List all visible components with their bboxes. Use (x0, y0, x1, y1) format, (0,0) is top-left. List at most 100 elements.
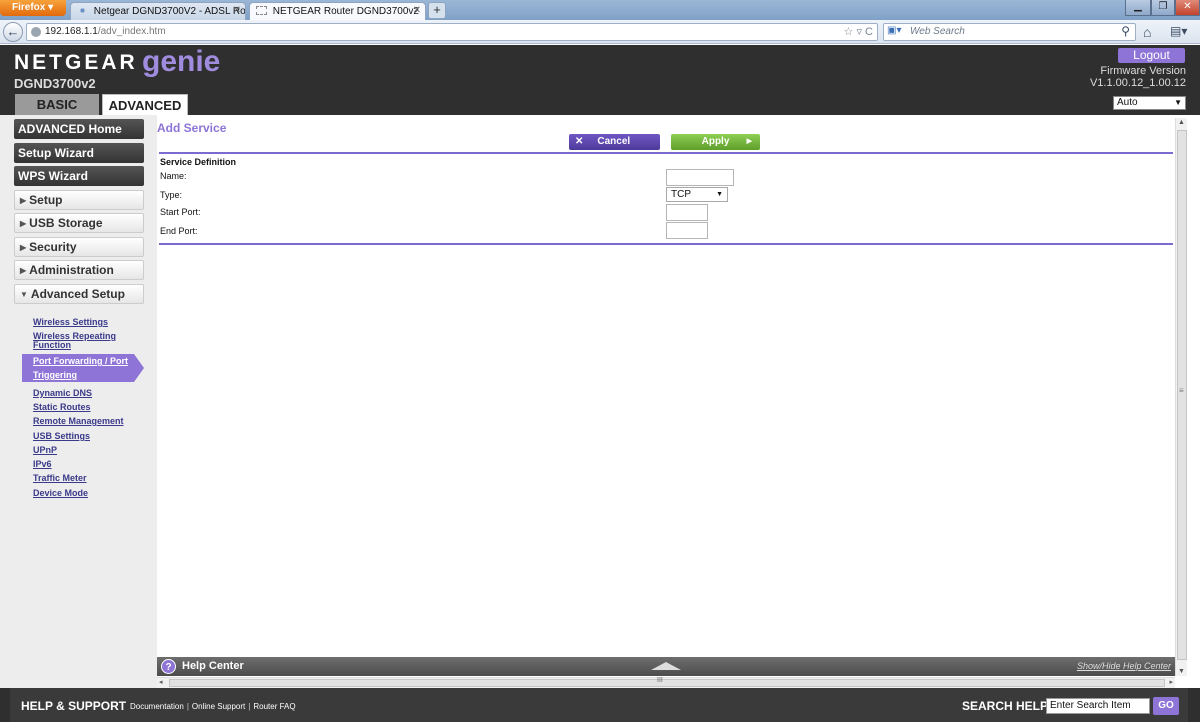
horizontal-scrollbar[interactable]: ◂ III ▸ (157, 677, 1175, 688)
chevron-down-icon: ▼ (1174, 98, 1182, 107)
footer-links: Documentation | Online Support | Router FAQ (130, 702, 296, 711)
sidebar-item-port-forwarding-cont[interactable]: Triggering (33, 370, 77, 380)
model-name: DGND3700v2 (14, 76, 96, 91)
apply-button[interactable]: Apply ▶ (671, 134, 760, 150)
nav-wps-wizard[interactable]: WPS Wizard (14, 166, 144, 186)
chevron-down-icon: ▼ (716, 191, 723, 198)
end-port-input[interactable] (666, 222, 708, 239)
cancel-label: Cancel (597, 136, 631, 147)
scroll-down-icon[interactable]: ▼ (1178, 668, 1185, 675)
type-value: TCP (671, 189, 691, 200)
nav-group-security[interactable]: ▶ Security (14, 237, 144, 257)
close-window-button[interactable]: ✕ (1175, 0, 1200, 16)
help-center-bar: ? Help Center Show/Hide Help Center (157, 657, 1175, 676)
nav-setup-wizard[interactable]: Setup Wizard (14, 143, 144, 163)
separator: | (248, 702, 251, 711)
sidebar-item-port-forwarding[interactable]: Port Forwarding / Port (33, 356, 128, 366)
service-name-input[interactable] (666, 169, 734, 186)
scroll-thumb[interactable] (169, 679, 1165, 687)
vertical-scrollbar[interactable]: ▲ ≡ ▼ (1175, 118, 1187, 676)
firmware-version: V1.1.00.12_1.00.12 (1089, 77, 1186, 89)
search-placeholder: Web Search (910, 26, 965, 37)
footer: HELP & SUPPORT Documentation | Online Supp… (0, 688, 1200, 722)
nav-group-advanced-setup[interactable]: ▼ Advanced Setup (14, 284, 144, 304)
close-icon[interactable]: ✕ (413, 5, 421, 16)
scroll-grip-icon: ≡ (1179, 386, 1184, 395)
scroll-thumb[interactable] (1177, 130, 1187, 660)
home-icon[interactable]: ⌂ (1143, 24, 1151, 40)
start-port-input[interactable] (666, 204, 708, 221)
footer-panel: HELP & SUPPORT Documentation | Online Supp… (10, 688, 1188, 722)
sidebar-item-static-routes[interactable]: Static Routes (33, 402, 91, 412)
end-port-label: End Port: (160, 226, 198, 236)
page-title: Add Service (157, 121, 227, 135)
back-button[interactable]: ← (3, 22, 23, 42)
divider (159, 243, 1173, 245)
caret-right-icon: ▶ (20, 196, 27, 205)
tab-advanced[interactable]: ADVANCED (102, 94, 188, 115)
scroll-grip-icon: III (657, 677, 663, 684)
nav-group-setup[interactable]: ▶ Setup (14, 190, 144, 210)
bookmarks-menu-icon[interactable]: ▤▾ (1170, 24, 1187, 38)
close-icon[interactable]: ✕ (233, 5, 241, 16)
sidebar-item-ipv6[interactable]: IPv6 (33, 459, 52, 469)
main-content: Add Service ✕ Cancel Apply ▶ Service Defi… (157, 118, 1175, 656)
documentation-link[interactable]: Documentation (130, 702, 184, 711)
browser-tab-1[interactable]: Netgear DGND3700V2 - ADSL Routers... ✕ (70, 2, 246, 20)
sidebar-item-dynamic-dns[interactable]: Dynamic DNS (33, 388, 92, 398)
firefox-menu-button[interactable]: Firefox ▾ (0, 0, 66, 16)
nav-group-label: Advanced Setup (30, 287, 125, 301)
new-tab-button[interactable]: + (428, 2, 446, 19)
globe-icon (31, 27, 41, 37)
page-icon (256, 6, 267, 15)
sidebar-item-upnp[interactable]: UPnP (33, 445, 57, 455)
nav-group-usb-storage[interactable]: ▶ USB Storage (14, 213, 144, 233)
caret-right-icon: ▶ (20, 219, 27, 228)
search-go-button[interactable]: GO (1153, 697, 1179, 715)
caret-down-icon: ▼ (20, 290, 28, 299)
cancel-button[interactable]: ✕ Cancel (569, 134, 660, 150)
sidebar-item-remote-management[interactable]: Remote Management (33, 416, 124, 426)
firmware-label: Firmware Version (1100, 65, 1186, 77)
sidebar-item-device-mode[interactable]: Device Mode (33, 488, 88, 498)
tab-title: Netgear DGND3700V2 - ADSL Routers... (93, 6, 246, 17)
nav-group-administration[interactable]: ▶ Administration (14, 260, 144, 280)
tab-title: NETGEAR Router DGND3700v2 (272, 6, 419, 17)
minimize-button[interactable]: ▁ (1125, 0, 1151, 16)
maximize-button[interactable]: ❐ (1151, 0, 1175, 16)
url-path: /adv_index.htm (97, 26, 166, 37)
start-port-label: Start Port: (160, 207, 201, 217)
scroll-left-icon[interactable]: ◂ (159, 678, 163, 686)
scroll-up-icon[interactable]: ▲ (1178, 119, 1185, 126)
expand-up-icon[interactable] (651, 662, 681, 670)
search-help-input[interactable]: Enter Search Item (1046, 698, 1150, 714)
divider (159, 152, 1173, 154)
web-search-input[interactable]: ▣▾ Web Search ⚲ (883, 23, 1136, 41)
logout-button[interactable]: Logout (1118, 48, 1185, 63)
apply-label: Apply (701, 136, 730, 147)
service-type-select[interactable]: TCP ▼ (666, 187, 728, 202)
router-faq-link[interactable]: Router FAQ (253, 702, 295, 711)
nav-advanced-home[interactable]: ADVANCED Home (14, 119, 144, 139)
sidebar-item-wireless-repeating-cont[interactable]: Function (33, 340, 71, 350)
url-bar[interactable]: 192.168.1.1/adv_index.htm ☆ ▿ C (26, 23, 878, 41)
online-support-link[interactable]: Online Support (192, 702, 245, 711)
sidebar-item-usb-settings[interactable]: USB Settings (33, 431, 90, 441)
scroll-right-icon[interactable]: ▸ (1169, 678, 1173, 686)
netgear-favicon-icon (77, 6, 88, 15)
browser-tab-bar: Firefox ▾ Netgear DGND3700V2 - ADSL Rout… (0, 0, 1200, 20)
tab-basic[interactable]: BASIC (15, 94, 99, 115)
search-icon[interactable]: ⚲ (1121, 24, 1130, 38)
search-engine-icon[interactable]: ▣▾ (887, 25, 901, 36)
browser-tab-2[interactable]: NETGEAR Router DGND3700v2 ✕ (249, 2, 426, 20)
sidebar-item-wireless-settings[interactable]: Wireless Settings (33, 317, 108, 327)
nav-group-label: Setup (29, 193, 63, 207)
url-host: 192.168.1.1 (45, 26, 98, 37)
show-hide-help-link[interactable]: Show/Hide Help Center (1077, 661, 1171, 671)
language-select[interactable]: Auto ▼ (1113, 96, 1186, 110)
url-actions[interactable]: ☆ ▿ C (844, 25, 873, 38)
nav-group-label: Administration (29, 263, 114, 277)
caret-right-icon: ▶ (20, 243, 27, 252)
sidebar-item-traffic-meter[interactable]: Traffic Meter (33, 473, 87, 483)
browser-nav-bar: ← 192.168.1.1/adv_index.htm ☆ ▿ C ▣▾ Web… (0, 20, 1200, 44)
